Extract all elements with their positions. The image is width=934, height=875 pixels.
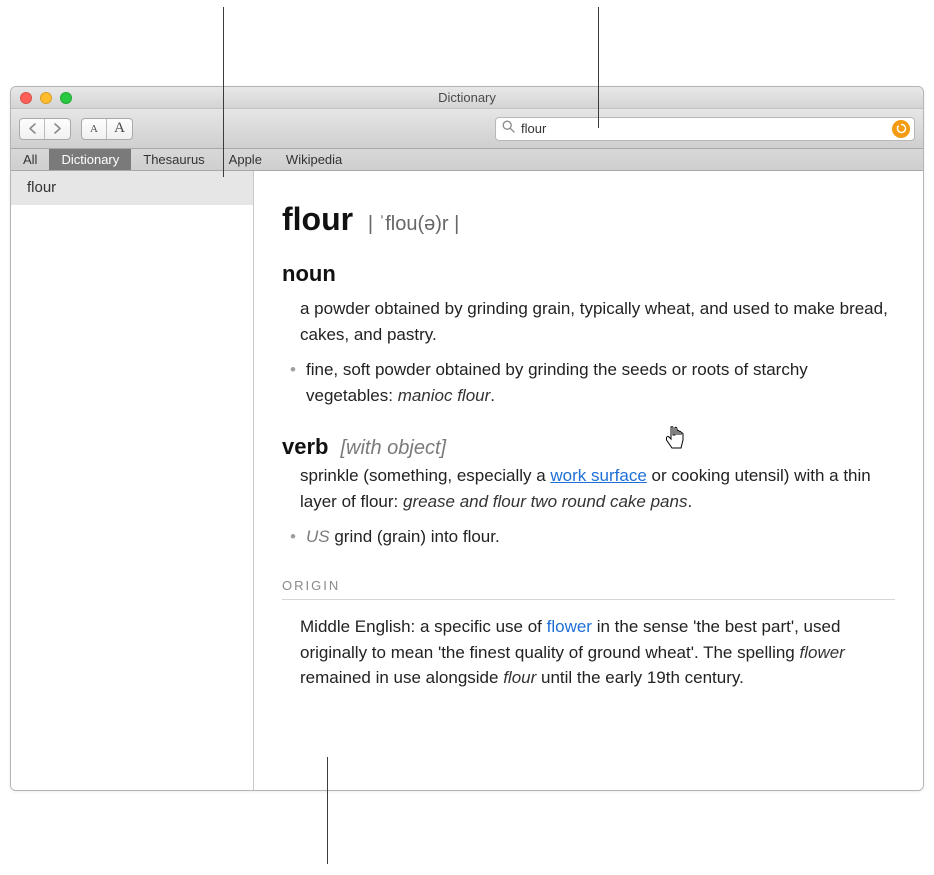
- subsense-text: fine, soft powder obtained by grinding t…: [306, 360, 808, 405]
- origin-fragment: remained in use alongside: [300, 668, 503, 687]
- example-text: manioc flour: [398, 386, 491, 405]
- part-of-speech-noun: noun: [282, 257, 895, 290]
- increase-font-button[interactable]: A: [107, 119, 132, 139]
- callout-line: [223, 7, 224, 177]
- search-field[interactable]: [495, 117, 915, 141]
- snapback-button[interactable]: [892, 120, 910, 138]
- content-area: flour flour | ˈflou(ə)r | noun a powder …: [11, 171, 923, 790]
- window-title: Dictionary: [11, 90, 923, 105]
- title-bar: Dictionary: [11, 87, 923, 109]
- search-input[interactable]: [521, 121, 886, 136]
- headword-line: flour | ˈflou(ə)r |: [282, 195, 895, 243]
- back-button[interactable]: [20, 119, 45, 139]
- origin-italic: flower: [799, 643, 844, 662]
- source-tabs: All Dictionary Thesaurus Apple Wikipedia: [11, 149, 923, 171]
- callout-line: [327, 757, 328, 864]
- origin-italic: flour: [503, 668, 536, 687]
- tab-apple[interactable]: Apple: [217, 149, 274, 170]
- minimize-button[interactable]: [40, 92, 52, 104]
- sidebar: flour: [11, 171, 254, 790]
- nav-buttons: [19, 118, 71, 140]
- def-text: sprinkle (something, especially a: [300, 466, 550, 485]
- dictionary-window: Dictionary A A All Dictionary: [10, 86, 924, 791]
- tab-thesaurus[interactable]: Thesaurus: [131, 149, 216, 170]
- grammar-note: [with object]: [340, 433, 446, 463]
- noun-definition: a powder obtained by grinding grain, typ…: [282, 296, 895, 347]
- font-size-buttons: A A: [81, 118, 133, 140]
- part-of-speech-verb: verb: [282, 430, 328, 463]
- verb-subsense: US grind (grain) into flour.: [282, 524, 895, 550]
- region-label: US: [306, 527, 330, 546]
- forward-button[interactable]: [45, 119, 70, 139]
- noun-subsense: fine, soft powder obtained by grinding t…: [282, 357, 895, 408]
- search-icon: [502, 120, 515, 138]
- origin-fragment: Middle English: a specific use of: [300, 617, 547, 636]
- origin-text: Middle English: a specific use of flower…: [282, 614, 895, 715]
- callout-line: [598, 7, 599, 128]
- toolbar: A A: [11, 109, 923, 149]
- tab-wikipedia[interactable]: Wikipedia: [274, 149, 354, 170]
- tab-dictionary[interactable]: Dictionary: [49, 149, 131, 170]
- subsense-post: .: [490, 386, 495, 405]
- decrease-font-button[interactable]: A: [82, 119, 107, 139]
- origin-header: ORIGIN: [282, 576, 895, 601]
- traffic-lights: [20, 92, 72, 104]
- maximize-button[interactable]: [60, 92, 72, 104]
- origin-fragment: until the early 19th century.: [536, 668, 744, 687]
- tab-all[interactable]: All: [11, 149, 49, 170]
- sidebar-item[interactable]: flour: [11, 171, 253, 205]
- verb-definition: sprinkle (something, especially a work s…: [282, 463, 895, 514]
- pronunciation: | ˈflou(ə)r |: [368, 213, 460, 235]
- def-text: .: [687, 492, 692, 511]
- close-button[interactable]: [20, 92, 32, 104]
- cross-reference-link[interactable]: flower: [547, 617, 592, 636]
- headword: flour: [282, 201, 353, 237]
- subsense-text: grind (grain) into flour.: [330, 527, 500, 546]
- cross-reference-link[interactable]: work surface: [550, 466, 646, 485]
- example-text: grease and flour two round cake pans: [403, 492, 687, 511]
- definition-pane: flour | ˈflou(ə)r | noun a powder obtain…: [254, 171, 923, 790]
